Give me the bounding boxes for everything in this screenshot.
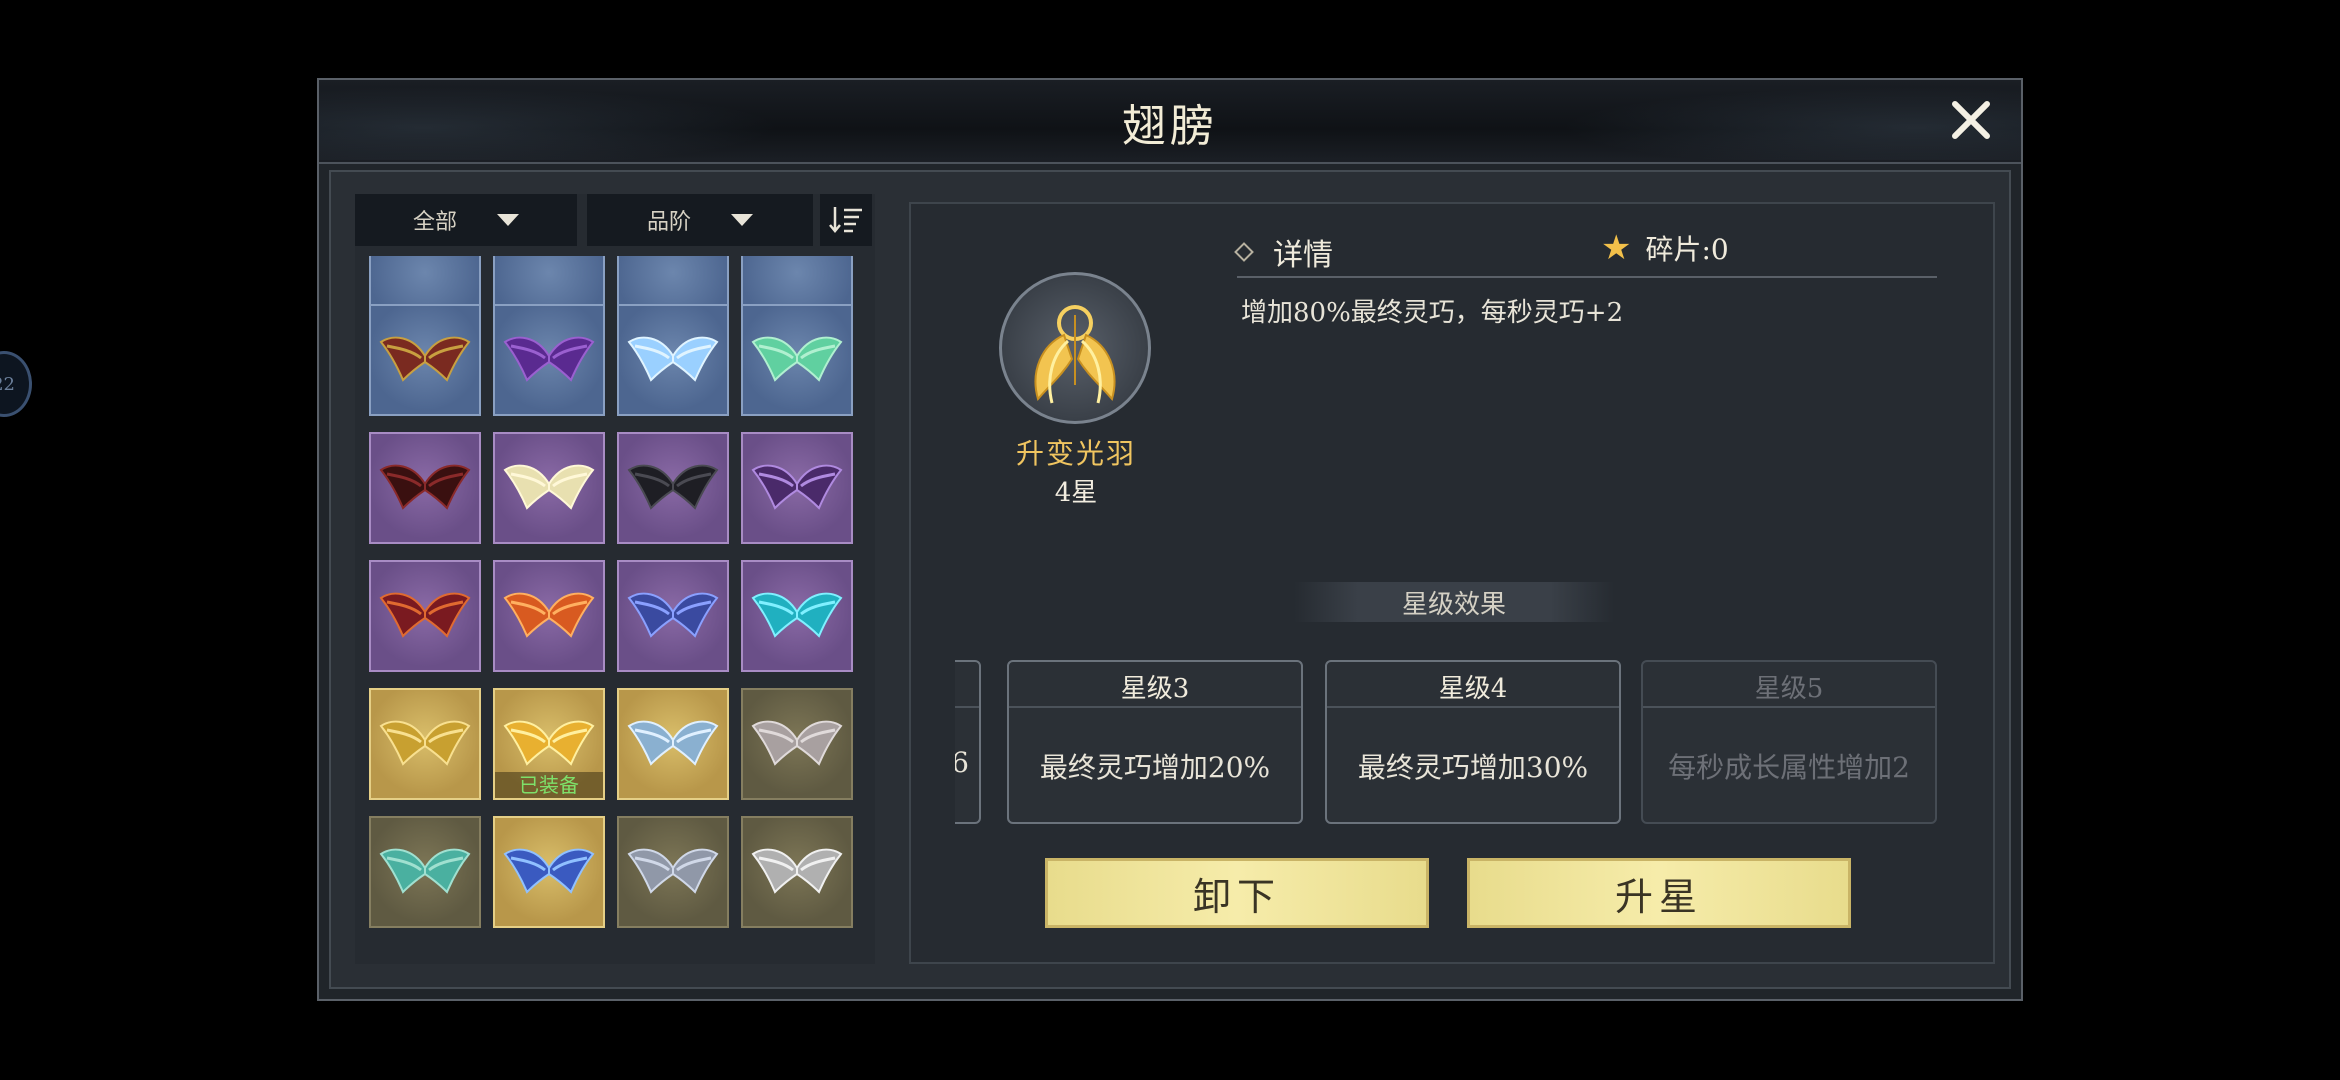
side-badge-label: 22 — [0, 373, 15, 395]
wing-icon — [751, 336, 843, 382]
star-level-cards[interactable]: 6 星级3 最终灵巧增加20% 星级4 最终灵巧增加30% 星级5 每秒成长属性… — [955, 660, 1959, 828]
star-level-effect: 每秒成长属性增加2 — [1668, 751, 1910, 784]
side-badge[interactable]: 22 — [0, 351, 32, 417]
star-effect-title: 星级效果 — [1401, 589, 1506, 620]
wing-icon — [627, 592, 719, 638]
chevron-down-icon — [497, 214, 519, 226]
star-level-card: 6 — [955, 660, 981, 824]
fragment-count: ★ 碎片:0 — [1601, 228, 1729, 268]
card-divider — [955, 706, 979, 708]
star-level-card: 星级3 最终灵巧增加20% — [1007, 660, 1303, 824]
wing-grid: 已装备 — [355, 256, 875, 964]
star-level-label: 星级4 — [1438, 674, 1508, 704]
wing-slot[interactable] — [369, 688, 481, 800]
wing-icon — [379, 848, 471, 894]
quality-filter-label: 品阶 — [646, 210, 691, 235]
wing-slot[interactable]: 已装备 — [493, 688, 605, 800]
quality-filter[interactable]: 品阶 — [587, 194, 813, 246]
divider — [1237, 276, 1937, 278]
star-level-effect: 最终灵巧增加20% — [1039, 751, 1271, 784]
wing-icon — [503, 720, 595, 766]
detail-panel: 升变光羽 4星 详情 ★ 碎片:0 增加80%最终灵巧，每秒灵巧+2 星级效果 … — [909, 202, 1995, 964]
star-level-label: 星级3 — [1120, 674, 1190, 704]
item-name: 升变光羽 — [1015, 437, 1136, 470]
wing-slot[interactable] — [369, 560, 481, 672]
wing-slot[interactable] — [369, 432, 481, 544]
star-level-effect: 6 — [955, 746, 969, 779]
wing-list-panel: 全部 品阶 已装备 — [355, 194, 875, 964]
content-area: 全部 品阶 已装备 升变光羽 4星 详情 ★ 碎片:0 增加80%最终灵巧，每秒… — [329, 170, 2011, 989]
wing-slot[interactable] — [369, 304, 481, 416]
tab-details[interactable]: 详情 — [1234, 230, 1333, 274]
wing-slot[interactable] — [741, 688, 853, 800]
wing-slot[interactable] — [493, 560, 605, 672]
unequip-button[interactable]: 卸下 — [1045, 858, 1429, 928]
fragment-star-icon: ★ — [1601, 228, 1632, 268]
star-level-label: 星级5 — [1754, 674, 1824, 704]
wings-window: 翅膀 全部 品阶 已装备 升变光羽 4星 详情 ★ 碎片:0 增加80%最终灵巧… — [317, 78, 2023, 1001]
wing-icon — [1034, 305, 1116, 404]
window-title: 翅膀 — [1122, 101, 1218, 152]
tab-details-label: 详情 — [1273, 238, 1333, 273]
star-level-card-locked: 星级5 每秒成长属性增加2 — [1641, 660, 1937, 824]
wing-slot[interactable] — [617, 304, 729, 416]
wing-icon — [379, 336, 471, 382]
wing-icon — [627, 464, 719, 510]
wing-slot[interactable] — [741, 560, 853, 672]
category-filter[interactable]: 全部 — [355, 194, 577, 246]
card-divider — [1327, 706, 1619, 708]
wing-icon — [627, 848, 719, 894]
wing-slot[interactable] — [617, 688, 729, 800]
star-level-card: 星级4 最终灵巧增加30% — [1325, 660, 1621, 824]
wing-slot[interactable] — [741, 816, 853, 928]
sort-icon — [829, 207, 862, 233]
wing-icon — [379, 720, 471, 766]
wing-icon — [379, 592, 471, 638]
wing-slot[interactable] — [493, 304, 605, 416]
wing-description: 增加80%最终灵巧，每秒灵巧+2 — [1241, 298, 1624, 328]
star-level-effect: 最终灵巧增加30% — [1357, 751, 1589, 784]
selected-wing-portrait — [999, 272, 1151, 424]
wing-icon — [503, 848, 595, 894]
wing-slot[interactable] — [493, 432, 605, 544]
wing-icon — [751, 720, 843, 766]
wing-icon — [627, 336, 719, 382]
wing-slot[interactable] — [617, 560, 729, 672]
wing-icon — [379, 464, 471, 510]
wing-slot[interactable] — [369, 816, 481, 928]
wing-slot[interactable] — [493, 816, 605, 928]
sort-button[interactable] — [820, 194, 872, 246]
wing-icon — [503, 592, 595, 638]
wing-slot[interactable] — [617, 432, 729, 544]
wing-slot[interactable] — [617, 816, 729, 928]
equipped-badge: 已装备 — [495, 772, 603, 798]
diamond-icon — [1234, 242, 1254, 262]
star-up-button[interactable]: 升星 — [1467, 858, 1851, 928]
fragment-count-label: 碎片:0 — [1645, 233, 1729, 266]
wing-icon — [751, 592, 843, 638]
wing-slot[interactable] — [741, 304, 853, 416]
card-divider — [1643, 706, 1935, 708]
card-divider — [1009, 706, 1301, 708]
wing-icon — [751, 848, 843, 894]
item-star-level: 4星 — [1054, 478, 1098, 508]
star-effect-header: 星级效果 — [1294, 582, 1614, 622]
category-filter-label: 全部 — [412, 210, 457, 235]
wing-slot[interactable] — [741, 432, 853, 544]
wing-icon — [503, 464, 595, 510]
wing-icon — [751, 464, 843, 510]
chevron-down-icon — [731, 214, 753, 226]
wing-icon — [627, 720, 719, 766]
wing-icon — [503, 336, 595, 382]
close-icon[interactable] — [1949, 98, 1993, 142]
title-bar: 翅膀 — [319, 80, 2021, 164]
